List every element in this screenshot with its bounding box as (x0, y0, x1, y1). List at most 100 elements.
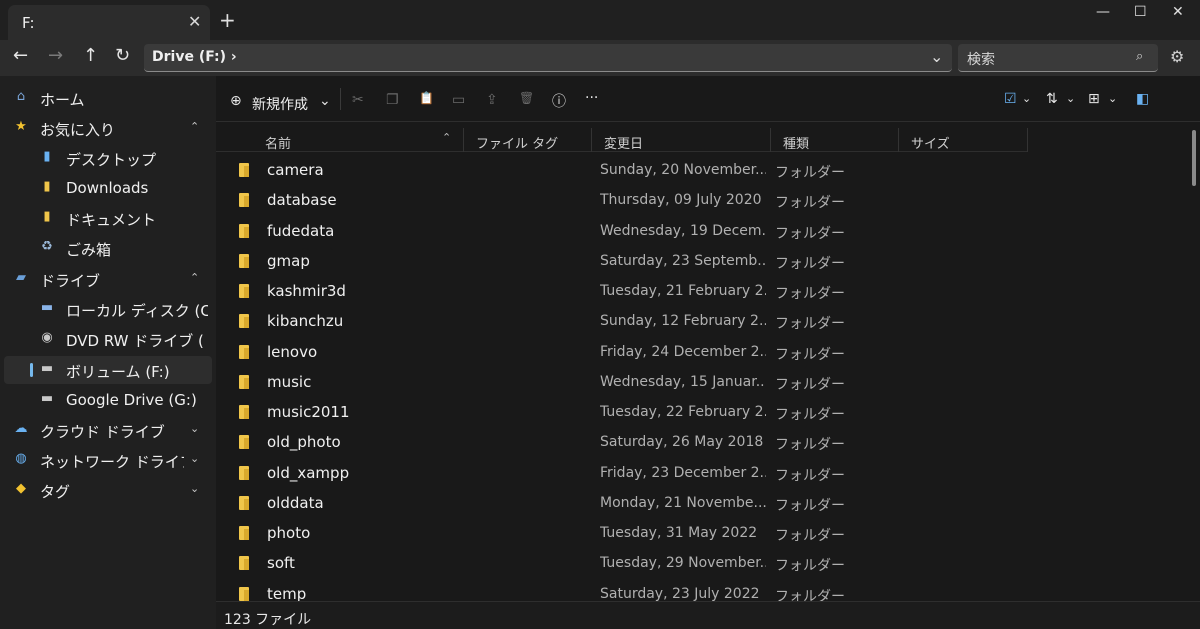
file-row[interactable]: camera Sunday, 20 November... フォルダー (216, 155, 1028, 185)
preview-pane-icon[interactable]: ◧ (1136, 91, 1149, 107)
settings-gear-icon[interactable]: ⚙ (1170, 47, 1184, 66)
sidebar-item[interactable]: ◍ ネットワーク ドライブ ⌄ (4, 446, 212, 474)
file-name: database (267, 191, 337, 210)
column-file-tags[interactable]: ファイル タグ (476, 133, 558, 152)
file-row[interactable]: music2011 Tuesday, 22 February 2... フォルダー (216, 397, 1028, 427)
folder-icon (239, 284, 249, 298)
column-size[interactable]: サイズ (911, 133, 950, 152)
share-icon[interactable]: ⇪ (486, 92, 498, 108)
sidebar-item[interactable]: ▮ デスクトップ (4, 144, 212, 172)
file-type: フォルダー (775, 255, 845, 272)
file-row[interactable]: temp Saturday, 23 July 2022 フォルダー (216, 579, 1028, 601)
forward-button[interactable]: → (48, 45, 63, 66)
search-icon[interactable]: ⌕ (1136, 49, 1143, 64)
new-chevron-down-icon[interactable]: ⌄ (319, 93, 331, 109)
rename-icon[interactable]: ▭ (452, 92, 465, 108)
search-input[interactable]: 検索 ⌕ (958, 44, 1158, 72)
file-name: music2011 (267, 403, 350, 421)
selection-mode-icon[interactable]: ☑ (1004, 91, 1017, 107)
local-disk-icon: ▬ (40, 300, 54, 315)
command-toolbar: ⊕ 新規作成 ⌄ ✂ ❐ 📋 ▭ ⇪ 🗑 ⓘ ··· ☑ ⌄ ⇅ ⌄ ⊞ ⌄ ◧ (216, 76, 1200, 122)
file-row[interactable]: lenovo Friday, 24 December 2... フォルダー (216, 337, 1028, 367)
folder-icon (239, 586, 249, 601)
sidebar-item[interactable]: ▬ ボリューム (F:) (4, 356, 212, 384)
sidebar-item[interactable]: ▬ ローカル ディスク (C: (4, 295, 212, 323)
column-divider[interactable] (463, 128, 464, 152)
sidebar-item[interactable]: ▰ ドライブ ⌃ (4, 265, 212, 293)
layout-icon[interactable]: ⊞ (1088, 91, 1100, 107)
sidebar-item[interactable]: ★ お気に入り ⌃ (4, 114, 212, 142)
file-row[interactable]: fudedata Wednesday, 19 Decem... フォルダー (216, 216, 1028, 246)
file-row[interactable]: old_photo Saturday, 26 May 2018 フォルダー (216, 427, 1028, 457)
file-row[interactable]: gmap Saturday, 23 Septemb... フォルダー (216, 246, 1028, 276)
paste-icon[interactable]: 📋 (419, 91, 434, 105)
back-button[interactable]: ← (13, 45, 28, 66)
chevron-up-icon[interactable]: ⌃ (190, 271, 199, 284)
sort-icon[interactable]: ⇅ (1046, 91, 1058, 107)
up-button[interactable]: ↑ (83, 45, 98, 66)
more-options-icon[interactable]: ··· (585, 90, 598, 106)
refresh-button[interactable]: ↻ (115, 45, 130, 66)
delete-icon[interactable]: 🗑 (519, 91, 534, 105)
file-date-modified: Friday, 23 December 2... (600, 464, 766, 481)
tag-icon: ◆ (16, 481, 26, 496)
file-row[interactable]: database Thursday, 09 July 2020 フォルダー (216, 185, 1028, 215)
sidebar-item[interactable]: ◉ DVD RW ドライブ ( (4, 325, 212, 353)
file-row[interactable]: old_xampp Friday, 23 December 2... フォルダー (216, 458, 1028, 488)
close-window-button[interactable]: ✕ (1172, 4, 1184, 20)
column-type[interactable]: 種類 (783, 133, 809, 152)
sidebar-item[interactable]: ▬ Google Drive (G:) (4, 386, 212, 414)
cut-icon[interactable]: ✂ (352, 92, 364, 108)
sidebar-item-label: ホーム (40, 91, 85, 109)
sidebar-item[interactable]: ⌂ ホーム (4, 84, 212, 112)
chevron-down-icon[interactable]: ⌄ (190, 482, 199, 495)
column-date-modified[interactable]: 変更日 (604, 133, 643, 152)
column-divider[interactable] (898, 128, 899, 152)
sort-chevron-down-icon[interactable]: ⌄ (1066, 92, 1075, 105)
address-dropdown-icon[interactable]: ⌄ (930, 47, 943, 66)
file-row[interactable]: kibanchzu Sunday, 12 February 2... フォルダー (216, 306, 1028, 336)
selection-chevron-down-icon[interactable]: ⌄ (1022, 92, 1031, 105)
sidebar-item[interactable]: ◆ タグ ⌄ (4, 476, 212, 504)
column-divider[interactable] (1027, 128, 1028, 152)
tab-close-icon[interactable]: ✕ (188, 12, 201, 31)
column-divider[interactable] (770, 128, 771, 152)
maximize-button[interactable]: ☐ (1134, 4, 1147, 20)
sidebar-item[interactable]: ♻ ごみ箱 (4, 234, 212, 262)
tab-f-drive[interactable]: F: ✕ (8, 5, 210, 40)
file-type: フォルダー (775, 225, 845, 242)
column-name[interactable]: 名前 (265, 133, 291, 152)
chevron-up-icon[interactable]: ⌃ (190, 120, 199, 133)
folder-icon (239, 374, 249, 389)
chevron-down-icon[interactable]: ⌄ (190, 422, 199, 435)
minimize-button[interactable]: — (1096, 4, 1110, 20)
sidebar-item[interactable]: ▮ ドキュメント (4, 204, 212, 232)
folder-icon (239, 223, 249, 238)
file-row[interactable]: photo Tuesday, 31 May 2022 フォルダー (216, 518, 1028, 548)
new-tab-button[interactable]: + (219, 8, 236, 32)
layout-chevron-down-icon[interactable]: ⌄ (1108, 92, 1117, 105)
search-placeholder: 検索 (967, 52, 995, 68)
file-type: フォルダー (775, 376, 845, 393)
folder-icon (239, 526, 249, 540)
file-type: フォルダー (775, 316, 845, 333)
breadcrumb[interactable]: Drive (F:) › (152, 49, 237, 65)
folder-icon (239, 465, 249, 480)
file-date-modified: Saturday, 23 Septemb... (600, 252, 766, 269)
file-type: フォルダー (775, 497, 845, 514)
new-button[interactable]: 新規作成 (252, 94, 308, 114)
sidebar-item[interactable]: ☁ クラウド ドライブ ⌄ (4, 416, 212, 444)
chevron-down-icon[interactable]: ⌄ (190, 452, 199, 465)
toolbar-divider (340, 88, 341, 110)
vertical-scrollbar[interactable] (1192, 130, 1196, 186)
file-row[interactable]: soft Tuesday, 29 November... フォルダー (216, 548, 1028, 578)
file-row[interactable]: music Wednesday, 15 Januar... フォルダー (216, 367, 1028, 397)
address-bar[interactable]: Drive (F:) › ⌄ (144, 44, 952, 72)
sidebar-item[interactable]: ▮ Downloads (4, 174, 212, 202)
file-row[interactable]: kashmir3d Tuesday, 21 February 2... フォルダー (216, 276, 1028, 306)
file-row[interactable]: olddata Monday, 21 Novembe... フォルダー (216, 488, 1028, 518)
column-divider[interactable] (591, 128, 592, 152)
properties-icon[interactable]: ⓘ (552, 91, 566, 111)
copy-icon[interactable]: ❐ (386, 92, 399, 108)
file-name: music (267, 372, 312, 391)
